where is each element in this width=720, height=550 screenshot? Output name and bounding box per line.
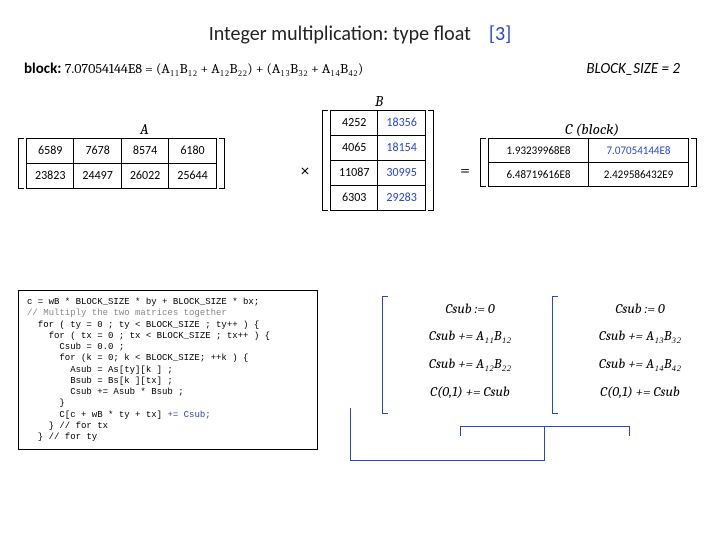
- matrix-area: A 6589767885746180 23823244972602225644 …: [0, 92, 720, 272]
- brace-left-2: [552, 296, 558, 414]
- matrix-C: 1.93239968E87.07054144E8 6.48719616E82.4…: [480, 138, 697, 187]
- formula-column-1: Csub := 0 Csub += A₁₁B₁₂ Csub += A₁₂B₂₂ …: [395, 290, 545, 410]
- connector-to-code: [350, 460, 545, 461]
- bottom-area: c = wB * BLOCK_SIZE * by + BLOCK_SIZE * …: [0, 290, 720, 550]
- block-expr: 7.07054144E8 = (A₁₁B₁₂ + A₁₂B₂₂) + (A₁₃B…: [65, 60, 363, 77]
- matrix-B: 425218356 406518154 1108730995 630329283: [322, 110, 434, 211]
- title-text: Integer multiplication: type float: [209, 22, 471, 46]
- formula-column-2: Csub := 0 Csub += A₁₃B₃₂ Csub += A₁₄B₄₂ …: [565, 290, 715, 410]
- block-size: BLOCK_SIZE = 2: [586, 60, 680, 78]
- connector-vertical: [544, 426, 545, 460]
- bracket-right: [219, 138, 225, 189]
- table-row: 425218356: [331, 111, 426, 136]
- bracket-right: [691, 138, 697, 187]
- table-row: 23823244972602225644: [27, 164, 217, 189]
- slide-title: Integer multiplication: type float [3]: [0, 0, 720, 46]
- formula-line: Csub += A₁₃B₃₂: [565, 327, 715, 345]
- table-row: 1108730995: [331, 161, 426, 186]
- table-row: 1.93239968E87.07054144E8: [489, 139, 689, 163]
- matrix-C-table: 1.93239968E87.07054144E8 6.48719616E82.4…: [488, 138, 689, 187]
- bracket-left: [18, 138, 24, 189]
- block-definition: block: 7.07054144E8 = (A₁₁B₁₂ + A₁₂B₂₂) …: [24, 60, 363, 78]
- table-row: 6589767885746180: [27, 139, 217, 164]
- bracket-left: [480, 138, 486, 187]
- block-label: block:: [24, 60, 61, 78]
- equals-operator: =: [460, 160, 470, 181]
- formula-line: Csub := 0: [395, 300, 545, 317]
- matrix-B-label: B: [375, 92, 383, 110]
- table-row: 406518154: [331, 136, 426, 161]
- brace-left-1: [382, 296, 388, 414]
- title-index: [3]: [489, 22, 511, 46]
- connector-horizontal: [460, 426, 630, 436]
- header-row: block: 7.07054144E8 = (A₁₁B₁₂ + A₁₂B₂₂) …: [0, 46, 720, 86]
- formula-line: Csub += A₁₄B₄₂: [565, 355, 715, 373]
- matrix-C-label: C (block): [565, 120, 619, 138]
- formula-line: C(0,1) += Csub: [395, 383, 545, 400]
- times-operator: ×: [300, 160, 310, 181]
- matrix-B-table: 425218356 406518154 1108730995 630329283: [330, 110, 426, 211]
- matrix-A-label: A: [140, 120, 149, 138]
- table-row: 6.48719616E82.429586432E9: [489, 163, 689, 187]
- table-row: 630329283: [331, 186, 426, 211]
- bracket-right: [428, 110, 434, 211]
- formula-line: Csub += A₁₂B₂₂: [395, 355, 545, 373]
- formula-line: Csub := 0: [565, 300, 715, 317]
- connector-up: [350, 408, 351, 460]
- bracket-left: [322, 110, 328, 211]
- formula-line: C(0,1) += Csub: [565, 383, 715, 400]
- matrix-A: 6589767885746180 23823244972602225644: [18, 138, 225, 189]
- formula-line: Csub += A₁₁B₁₂: [395, 327, 545, 345]
- matrix-A-table: 6589767885746180 23823244972602225644: [26, 138, 217, 189]
- code-block: c = wB * BLOCK_SIZE * by + BLOCK_SIZE * …: [18, 290, 318, 450]
